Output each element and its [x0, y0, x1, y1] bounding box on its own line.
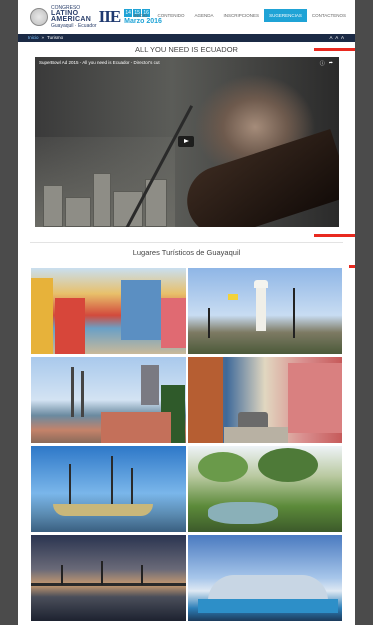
video-title: SuperBowl Ad 2015 - All you need is Ecua…: [39, 60, 160, 65]
font-size-control[interactable]: A A A: [329, 35, 345, 40]
nav-item-sugerencias[interactable]: SUGERENCIAS: [264, 9, 307, 22]
annotation-bracket-gallery: [349, 265, 355, 625]
video-city-backdrop: [35, 137, 175, 227]
site-header: CONGRESO LATINO AMERICAN Guayaquil · Ecu…: [18, 0, 355, 34]
nav-item-agenda[interactable]: AGENDA: [190, 9, 219, 22]
breadcrumb-current: Turismo: [47, 35, 64, 40]
nav-item-contactenos[interactable]: CONTACTENOS: [307, 9, 351, 22]
nav-item-inscripciones[interactable]: INSCRIPCIONES: [219, 9, 265, 22]
breadcrumb-separator: »: [41, 35, 45, 40]
gallery-photo-sunset-bridge[interactable]: [31, 535, 186, 621]
logo-text: CONGRESO LATINO AMERICAN Guayaquil · Ecu…: [51, 5, 97, 29]
university-seal-icon: [30, 8, 48, 26]
breadcrumb-home-link[interactable]: Inicio: [28, 35, 39, 40]
video-player[interactable]: SuperBowl Ad 2015 - All you need is Ecua…: [35, 57, 339, 227]
play-icon[interactable]: [178, 136, 194, 147]
gallery-photo-colorful-houses[interactable]: [31, 268, 186, 354]
gallery-photo-malecon[interactable]: [31, 357, 186, 443]
nav-item-contenido[interactable]: CONTENIDO: [153, 9, 190, 22]
gallery-photo-pirate-ship[interactable]: [31, 446, 186, 532]
gallery-photo-modern-building[interactable]: [188, 535, 342, 621]
video-section-title: ALL YOU NEED IS ECUADOR: [135, 45, 238, 54]
annotation-bracket-video: [314, 48, 355, 237]
gallery-photo-las-penas[interactable]: [188, 357, 342, 443]
gallery-photo-park[interactable]: [188, 446, 342, 532]
main-nav: INICIO CONTENIDO AGENDA INSCRIPCIONES SU…: [129, 9, 351, 22]
nav-item-inicio[interactable]: INICIO: [129, 9, 153, 22]
gallery-section-title: Lugares Turísticos de Guayaquil: [132, 248, 241, 257]
breadcrumb: Inicio » Turismo: [28, 35, 63, 40]
breadcrumb-bar: Inicio » Turismo A A A: [18, 34, 355, 42]
gallery-photo-lighthouse[interactable]: [188, 268, 342, 354]
section-divider: [30, 242, 343, 243]
logo-acronym: IIE: [98, 7, 122, 26]
logo-line-location: Guayaquil · Ecuador: [51, 23, 97, 29]
page: CONGRESO LATINO AMERICAN Guayaquil · Ecu…: [18, 0, 355, 625]
